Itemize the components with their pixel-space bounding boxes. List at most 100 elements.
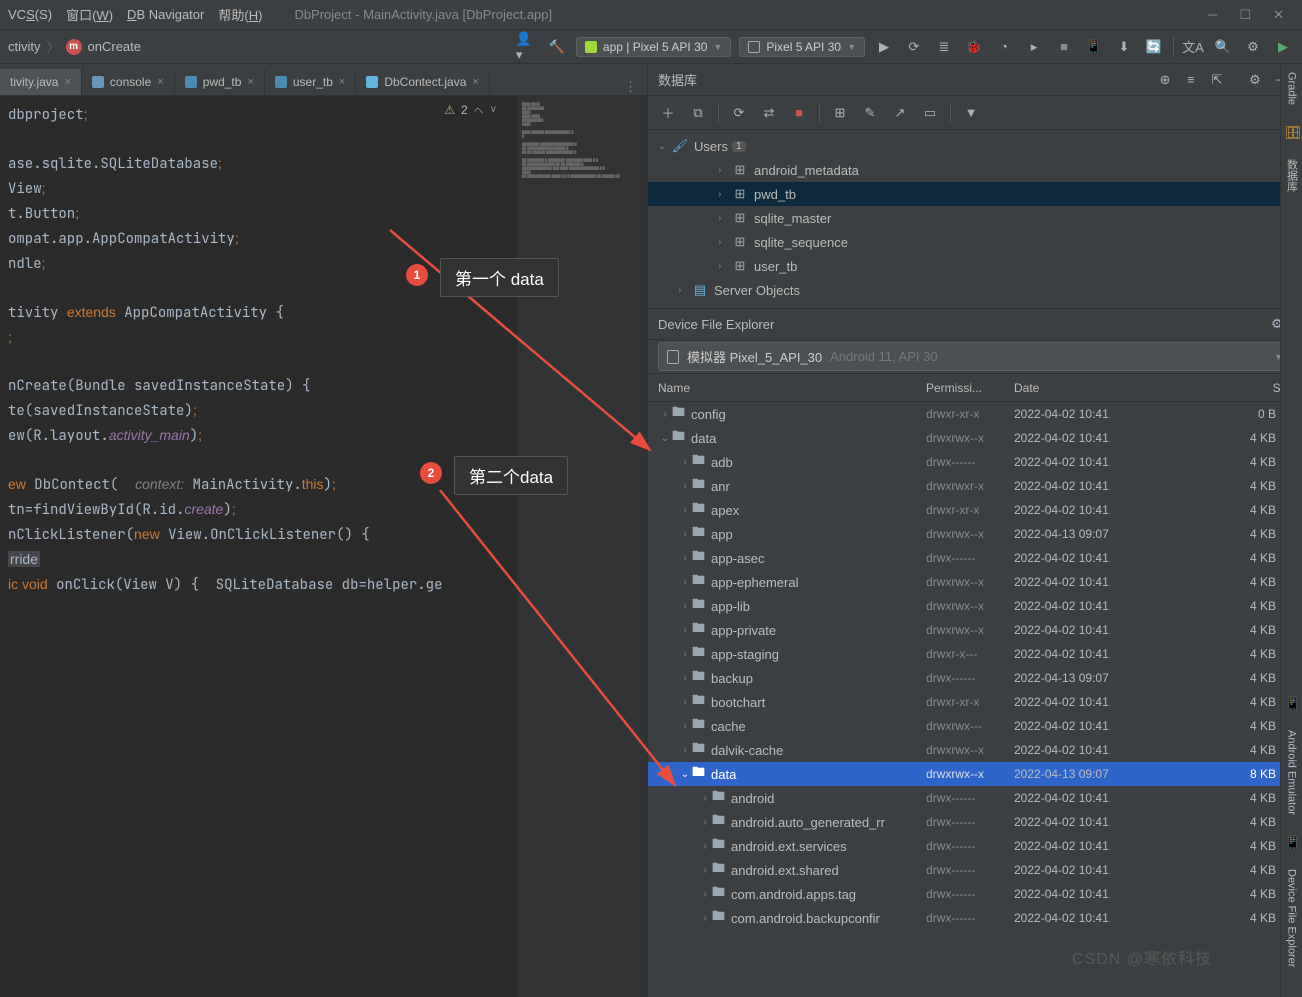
- apply-changes-icon[interactable]: ⟳: [903, 36, 925, 58]
- file-row[interactable]: ›🖿anrdrwxrwxr-x2022-04-02 10:414 KB: [648, 474, 1302, 498]
- gear-icon[interactable]: ⚙: [1244, 69, 1266, 91]
- file-row[interactable]: ›🖿bootchartdrwxr-xr-x2022-04-02 10:414 K…: [648, 690, 1302, 714]
- refresh-icon[interactable]: ⟳: [729, 103, 749, 123]
- db-server-objects[interactable]: ›▤Server Objects: [648, 278, 1302, 302]
- file-row[interactable]: ›🖿app-asecdrwx------2022-04-02 10:414 KB: [648, 546, 1302, 570]
- stop-icon[interactable]: ■: [789, 103, 809, 123]
- debug-attach-icon[interactable]: ≣: [933, 36, 955, 58]
- chevron-icon[interactable]: ›: [698, 817, 712, 828]
- close-icon[interactable]: ✕: [1273, 7, 1284, 23]
- file-row[interactable]: ›🖿adbdrwx------2022-04-02 10:414 KB: [648, 450, 1302, 474]
- close-icon[interactable]: ×: [339, 76, 345, 88]
- minimize-icon[interactable]: ─: [1208, 7, 1217, 23]
- code-with-me-icon[interactable]: ▶: [1272, 36, 1294, 58]
- target-icon[interactable]: ⊕: [1154, 69, 1176, 91]
- menu-dbnav[interactable]: DB Navigator: [127, 7, 204, 22]
- chevron-icon[interactable]: ›: [678, 505, 692, 516]
- file-row[interactable]: ⌄🖿datadrwxrwx--x2022-04-02 10:414 KB: [648, 426, 1302, 450]
- filter-icon[interactable]: ▼: [961, 103, 981, 123]
- sync-icon[interactable]: 🔄: [1143, 36, 1165, 58]
- chevron-icon[interactable]: ›: [678, 697, 692, 708]
- tab-usertb[interactable]: user_tb×: [265, 69, 356, 95]
- more-tabs-icon[interactable]: ⋮: [614, 79, 647, 95]
- menu-help[interactable]: 帮助(H): [218, 5, 262, 24]
- debug-icon[interactable]: 🐞: [963, 36, 985, 58]
- close-icon[interactable]: ×: [247, 76, 253, 88]
- sdk-icon[interactable]: ⬇: [1113, 36, 1135, 58]
- chevron-icon[interactable]: ›: [678, 577, 692, 588]
- filter-icon[interactable]: ≡: [1180, 69, 1202, 91]
- file-tree[interactable]: ›🖿configdrwxr-xr-x2022-04-02 10:410 B⌄🖿d…: [648, 402, 1302, 997]
- chevron-icon[interactable]: ›: [698, 889, 712, 900]
- breadcrumb-item[interactable]: onCreate: [88, 39, 141, 54]
- close-icon[interactable]: ×: [157, 76, 163, 88]
- file-row[interactable]: ›🖿com.android.apps.tagdrwx------2022-04-…: [648, 882, 1302, 906]
- run-config-combo[interactable]: app | Pixel 5 API 30 ▼: [576, 37, 731, 57]
- db-schema-users[interactable]: ⌄🖌Users1: [648, 134, 1302, 158]
- tab-console[interactable]: console×: [82, 69, 175, 95]
- stop-icon[interactable]: ■: [1053, 36, 1075, 58]
- search-icon[interactable]: 🔍: [1212, 36, 1234, 58]
- emulator-tab[interactable]: Android Emulator: [1286, 730, 1298, 815]
- avd-icon[interactable]: 📱: [1083, 36, 1105, 58]
- edit-icon[interactable]: ✎: [860, 103, 880, 123]
- file-row[interactable]: ›🖿com.android.backupconfirdrwx------2022…: [648, 906, 1302, 930]
- chevron-icon[interactable]: ›: [678, 457, 692, 468]
- chevron-icon[interactable]: ›: [678, 481, 692, 492]
- file-row[interactable]: ›🖿app-ephemeraldrwxrwx--x2022-04-02 10:4…: [648, 570, 1302, 594]
- file-row[interactable]: ›🖿android.auto_generated_rrdrwx------202…: [648, 810, 1302, 834]
- file-row[interactable]: ›🖿android.ext.shareddrwx------2022-04-02…: [648, 858, 1302, 882]
- breadcrumb-item[interactable]: ctivity: [8, 39, 41, 54]
- chevron-icon[interactable]: ›: [698, 865, 712, 876]
- file-row[interactable]: ›🖿apexdrwxr-xr-x2022-04-02 10:414 KB: [648, 498, 1302, 522]
- file-row[interactable]: ›🖿backupdrwx------2022-04-13 09:074 KB: [648, 666, 1302, 690]
- table-icon[interactable]: ⊞: [830, 103, 850, 123]
- chevron-icon[interactable]: ›: [678, 553, 692, 564]
- chevron-icon[interactable]: ›: [678, 601, 692, 612]
- chevron-icon[interactable]: ›: [678, 529, 692, 540]
- chevron-icon[interactable]: ›: [698, 841, 712, 852]
- emulator-icon[interactable]: 📱: [1285, 696, 1299, 710]
- jump-icon[interactable]: ↗: [890, 103, 910, 123]
- file-row[interactable]: ›🖿androiddrwx------2022-04-02 10:414 KB: [648, 786, 1302, 810]
- device-file-explorer-tab[interactable]: Device File Explorer: [1286, 869, 1298, 967]
- file-row[interactable]: ›🖿dalvik-cachedrwxrwx--x2022-04-02 10:41…: [648, 738, 1302, 762]
- chevron-icon[interactable]: ›: [698, 913, 712, 924]
- database-tab[interactable]: 数据库: [1284, 159, 1300, 192]
- profile-icon[interactable]: ◔: [993, 36, 1015, 58]
- chevron-icon[interactable]: ⌄: [658, 433, 672, 444]
- chevron-up-icon[interactable]: ヘ: [474, 102, 484, 117]
- file-row[interactable]: ›🖿cachedrwxrwx---2022-04-02 10:414 KB: [648, 714, 1302, 738]
- file-row[interactable]: ›🖿android.ext.servicesdrwx------2022-04-…: [648, 834, 1302, 858]
- duplicate-icon[interactable]: ⧉: [688, 103, 708, 123]
- device-combo[interactable]: 模拟器 Pixel_5_API_30 Android 11, API 30 ▼: [658, 342, 1292, 371]
- maximize-icon[interactable]: ☐: [1239, 7, 1251, 23]
- user-icon[interactable]: 👤▾: [516, 36, 538, 58]
- database-icon[interactable]: 🗄: [1285, 125, 1299, 139]
- minimap[interactable]: ████ ████ ██ ████████ ████ ████ ████ ███…: [517, 96, 647, 997]
- settings-icon[interactable]: ⚙: [1242, 36, 1264, 58]
- tab-pwdtb[interactable]: pwd_tb×: [175, 69, 265, 95]
- file-row[interactable]: ›🖿app-privatedrwxrwx--x2022-04-02 10:414…: [648, 618, 1302, 642]
- add-icon[interactable]: ＋: [658, 103, 678, 123]
- build-icon[interactable]: 🔨: [546, 36, 568, 58]
- chevron-icon[interactable]: ›: [678, 745, 692, 756]
- run-icon[interactable]: ▶: [873, 36, 895, 58]
- chevron-icon[interactable]: ›: [698, 793, 712, 804]
- db-table[interactable]: ›sqlite_master: [648, 206, 1302, 230]
- file-row[interactable]: ⌄🖿datadrwxrwx--x2022-04-13 09:078 KB: [648, 762, 1302, 786]
- device-explorer-icon[interactable]: 📱: [1285, 835, 1299, 849]
- close-icon[interactable]: ×: [472, 76, 478, 88]
- code-editor[interactable]: dbproject; ase.sqlite.SQLiteDatabase; Vi…: [0, 96, 517, 997]
- gradle-tab[interactable]: Gradle: [1286, 72, 1298, 105]
- chevron-icon[interactable]: ›: [678, 721, 692, 732]
- tab-mainactivity[interactable]: tivity.java×: [0, 69, 82, 95]
- device-combo[interactable]: Pixel 5 API 30 ▼: [739, 37, 865, 57]
- db-table[interactable]: ›android_metadata: [648, 158, 1302, 182]
- collapse-icon[interactable]: ⇱: [1206, 69, 1228, 91]
- menu-window[interactable]: 窗口(W): [66, 5, 113, 24]
- file-row[interactable]: ›🖿app-stagingdrwxr-x---2022-04-02 10:414…: [648, 642, 1302, 666]
- menu-vcs[interactable]: VCS(S): [8, 7, 52, 22]
- file-row[interactable]: ›🖿app-libdrwxrwx--x2022-04-02 10:414 KB: [648, 594, 1302, 618]
- close-icon[interactable]: ×: [64, 76, 70, 88]
